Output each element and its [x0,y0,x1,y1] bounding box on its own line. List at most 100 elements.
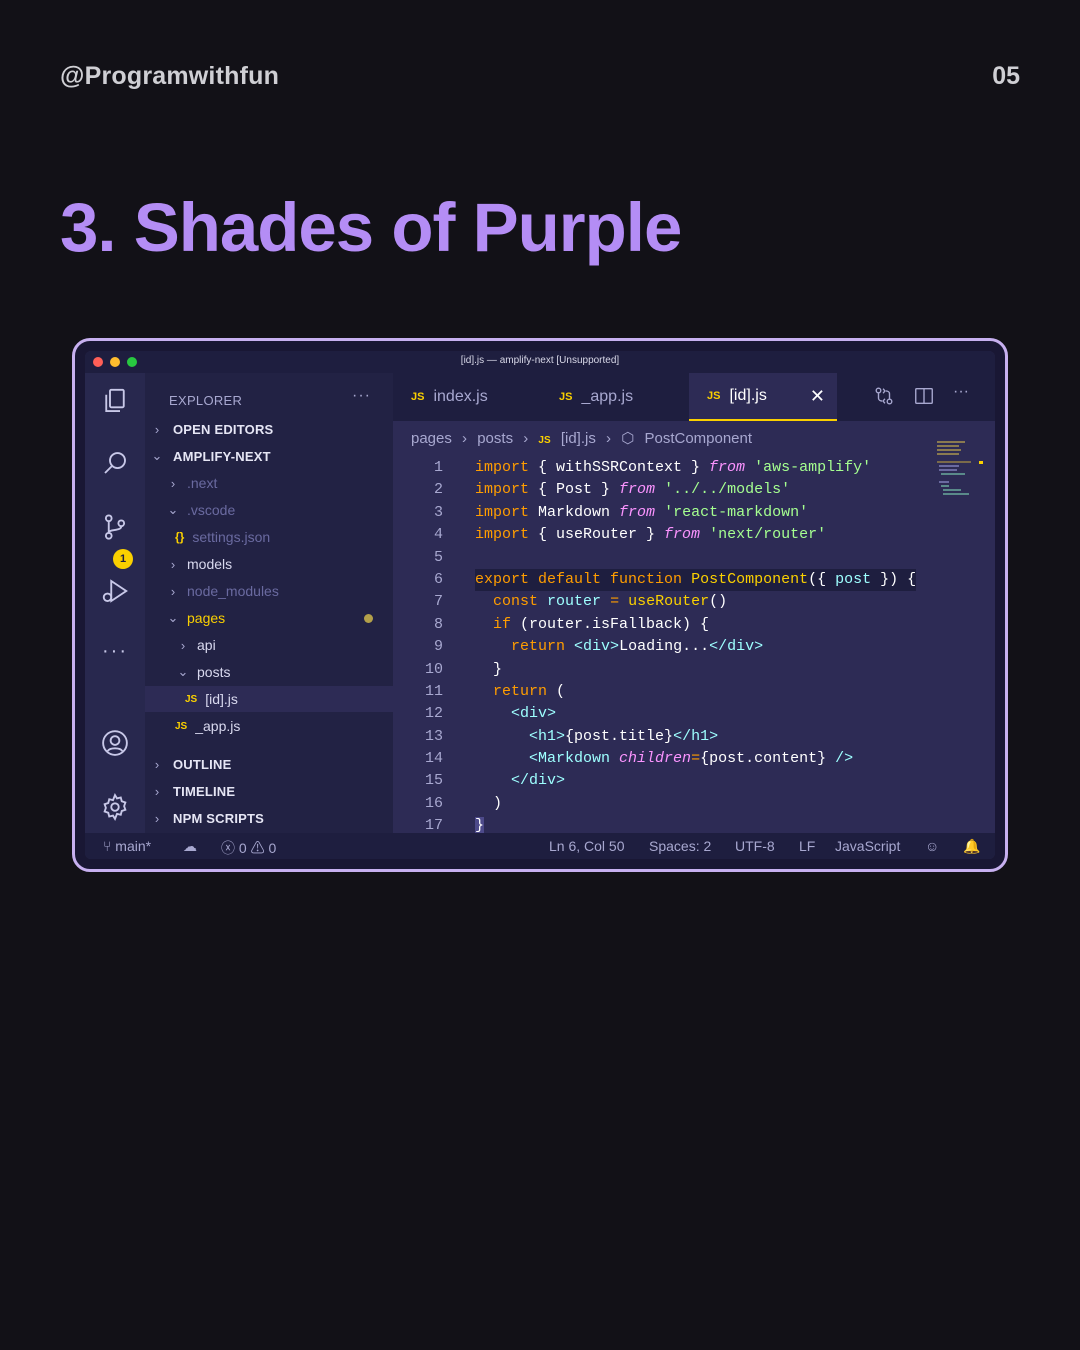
tree-item-label: models [187,556,233,572]
open-changes-icon[interactable] [873,385,895,407]
breadcrumb-item[interactable]: PostComponent [644,430,752,447]
tab-label: index.js [433,388,488,405]
open-editors-label: OPEN EDITORS [173,421,274,437]
account-icon[interactable] [99,727,131,759]
js-file-icon: JS [707,390,721,402]
problems-indicator[interactable]: ⓧ 0 ⚠ 0 [221,838,276,858]
more-actions-icon[interactable]: ··· [99,635,131,667]
tree-item-label: .next [187,475,218,491]
language-mode[interactable]: JavaScript [835,838,900,854]
split-editor-icon[interactable] [913,385,935,407]
line-number: 5 [433,548,443,566]
tree-item-next[interactable]: › .next [145,470,393,496]
line-number: 10 [424,660,443,678]
line-number: 2 [433,481,443,499]
source-control-icon[interactable] [99,511,131,543]
code-line: 5 [393,547,955,569]
js-file-icon: JS [411,391,425,403]
line-number: 15 [424,772,443,790]
code-line: 15 </div> [393,770,955,792]
tree-item-label: [id].js [205,691,238,707]
code-editor[interactable]: pages › posts › JS [id].js › ⬡ PostCompo… [393,421,995,848]
chevron-right-icon: › [154,810,160,826]
project-section[interactable]: ⌄ AMPLIFY-NEXT [145,443,393,469]
code-line: 7 const router = useRouter() [393,591,955,613]
code-line: 13 <h1>{post.title}</h1> [393,726,955,748]
close-tab-icon[interactable]: ✕ [810,386,825,407]
tree-item-label: _app.js [195,718,241,734]
cursor-position[interactable]: Ln 6, Col 50 [549,838,625,854]
timeline-section[interactable]: › TIMELINE [145,778,393,804]
code-line: 4 import { useRouter } from 'next/router' [393,524,955,546]
tree-item-id-js[interactable]: JS [id].js [145,686,393,712]
tree-item-settings-json[interactable]: {} settings.json [145,524,393,550]
error-count: 0 [238,840,247,856]
tree-item-posts[interactable]: ⌄ posts [145,659,393,685]
feedback-icon[interactable]: ☺ [925,838,939,854]
chevron-right-icon: › [170,556,176,572]
tab-index-js[interactable]: JS index.js [393,373,541,421]
chevron-right-icon: › [170,583,176,599]
warning-icon: ⚠ [250,840,265,856]
js-file-icon: JS [538,435,551,446]
code-area[interactable]: 1 import { withSSRContext } from 'aws-amp… [393,457,955,848]
tree-item-vscode[interactable]: ⌄ .vscode [145,497,393,523]
line-number: 4 [433,526,443,544]
project-label: AMPLIFY-NEXT [173,448,271,464]
line-number: 12 [424,705,443,723]
line-number: 13 [424,727,443,745]
explorer-icon[interactable] [99,385,131,417]
editor-more-icon[interactable]: ··· [953,383,975,405]
tab-app-js[interactable]: JS _app.js [541,373,689,421]
breadcrumb-item[interactable]: pages [411,430,452,447]
explorer-heading: EXPLORER [169,393,243,408]
tree-item-app-js[interactable]: JS _app.js [145,713,393,739]
js-file-icon: JS [559,391,573,403]
minimap[interactable] [935,439,983,509]
encoding[interactable]: UTF-8 [735,838,775,854]
vscode-window: [id].js — amplify-next [Unsupported] 1 ·… [85,351,995,859]
code-line: 14 <Markdown children={post.content} /> [393,748,955,770]
warning-count: 0 [268,840,277,856]
code-line: 8 if (router.isFallback) { [393,614,955,636]
tree-item-api[interactable]: › api [145,632,393,658]
activity-bar: 1 ··· [85,373,145,833]
breadcrumb-item[interactable]: posts [477,430,513,447]
window-title: [id].js — amplify-next [Unsupported] [460,355,620,366]
git-branch-icon: ⑂ [103,838,112,854]
tree-item-label: node_modules [187,583,279,599]
line-number: 7 [433,593,443,611]
search-icon[interactable] [99,447,131,479]
chevron-down-icon: ⌄ [151,448,163,463]
breadcrumb: pages › posts › JS [id].js › ⬡ PostCompo… [411,429,758,447]
tab-label: [id].js [729,387,767,404]
branch-indicator[interactable]: ⑂ main* [103,838,151,854]
outline-section[interactable]: › OUTLINE [145,751,393,777]
chevron-right-icon: › [523,430,529,447]
timeline-label: TIMELINE [173,783,236,799]
tree-item-label: settings.json [192,529,271,545]
open-editors-section[interactable]: › OPEN EDITORS [145,416,393,442]
line-ending[interactable]: LF [799,838,815,854]
chevron-right-icon: › [606,430,612,447]
tree-item-label: pages [187,610,226,626]
chevron-right-icon: › [180,637,186,653]
tab-id-js[interactable]: JS [id].js ✕ [689,373,837,421]
tree-item-node-modules[interactable]: › node_modules [145,578,393,604]
run-debug-icon[interactable] [99,575,131,607]
screenshot-frame: [id].js — amplify-next [Unsupported] 1 ·… [72,338,1008,872]
tree-item-models[interactable]: › models [145,551,393,577]
explorer-more-button[interactable]: ··· [352,387,371,405]
tree-item-label: posts [197,664,231,680]
tree-item-pages[interactable]: ⌄ pages [145,605,393,631]
title-bar: [id].js — amplify-next [Unsupported] [85,351,995,373]
breadcrumb-item[interactable]: [id].js [561,430,596,447]
npm-scripts-section[interactable]: › NPM SCRIPTS [145,805,393,831]
indentation[interactable]: Spaces: 2 [649,838,711,854]
sync-cloud-icon[interactable]: ☁ [183,838,197,855]
tree-item-label: api [197,637,216,653]
settings-gear-icon[interactable] [99,791,131,823]
line-number: 9 [433,638,443,656]
notifications-bell-icon[interactable]: 🔔 [963,838,980,855]
chevron-right-icon: › [170,475,176,491]
